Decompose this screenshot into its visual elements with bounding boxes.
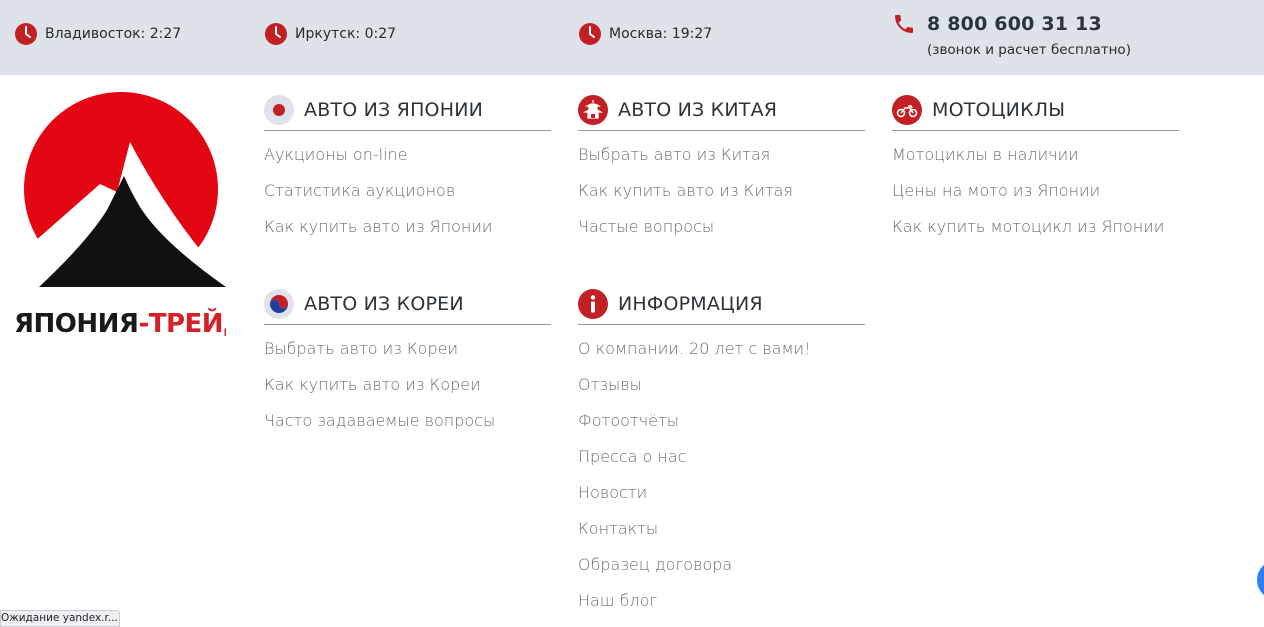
logo-text-red: -ТРЕЙД <box>138 307 226 339</box>
section-header[interactable]: МОТОЦИКЛЫ <box>892 90 1179 131</box>
menu-link[interactable]: Часто задаваемые вопросы <box>264 403 551 439</box>
menu-link[interactable]: Наш блог <box>578 583 865 619</box>
section-china: АВТО ИЗ КИТАЯ Выбрать авто из Китая Как … <box>578 90 865 245</box>
browser-status-bar: Ожидание yandex.r... <box>0 610 120 627</box>
menu-link[interactable]: О компании. 20 лет с вами! <box>578 331 865 367</box>
menu-link[interactable]: Пресса о нас <box>578 439 865 475</box>
phone-number-link[interactable]: 8 800 600 31 13 <box>927 13 1102 35</box>
menu-link[interactable]: Выбрать авто из Кореи <box>264 331 551 367</box>
section-title: АВТО ИЗ ЯПОНИИ <box>304 99 484 121</box>
menu-link[interactable]: Выбрать авто из Китая <box>578 137 865 173</box>
menu-link[interactable]: Как купить авто из Японии <box>264 209 551 245</box>
clock-irkutsk: Иркутск: 0:27 <box>264 22 396 46</box>
clock-icon <box>579 23 601 45</box>
chat-widget-button[interactable] <box>1257 560 1264 600</box>
clock-vladivostok: Владивосток: 2:27 <box>14 22 181 46</box>
link-list: Мотоциклы в наличии Цены на мото из Япон… <box>892 137 1179 245</box>
clock-label: Владивосток: 2:27 <box>45 26 182 42</box>
link-list: О компании. 20 лет с вами! Отзывы Фотоот… <box>578 331 865 619</box>
link-list: Аукционы on-line Статистика аукционов Ка… <box>264 137 551 245</box>
menu-link[interactable]: Образец договора <box>578 547 865 583</box>
section-title: АВТО ИЗ КОРЕИ <box>304 293 464 315</box>
section-title: МОТОЦИКЛЫ <box>932 99 1066 121</box>
clock-label: Москва: 19:27 <box>609 26 713 42</box>
phone-icon <box>895 15 913 33</box>
menu-link[interactable]: Как купить мотоцикл из Японии <box>892 209 1179 245</box>
japan-flag-icon <box>264 95 294 125</box>
section-korea: АВТО ИЗ КОРЕИ Выбрать авто из Кореи Как … <box>264 284 551 439</box>
link-list: Выбрать авто из Китая Как купить авто из… <box>578 137 865 245</box>
menu-link[interactable]: Частые вопросы <box>578 209 865 245</box>
menu-link[interactable]: Фотоотчёты <box>578 403 865 439</box>
logo-mark: ЯПОНИЯ-ТРЕЙД <box>14 92 246 339</box>
info-icon <box>578 289 608 319</box>
logo[interactable]: ЯПОНИЯ-ТРЕЙД <box>12 92 246 342</box>
link-list: Выбрать авто из Кореи Как купить авто из… <box>264 331 551 439</box>
svg-text:ЯПОНИЯ-ТРЕЙД: ЯПОНИЯ-ТРЕЙД <box>14 307 226 339</box>
clock-label: Иркутск: 0:27 <box>295 26 397 42</box>
menu-link[interactable]: Аукционы on-line <box>264 137 551 173</box>
menu-link[interactable]: Новости <box>578 475 865 511</box>
menu-link[interactable]: Контакты <box>578 511 865 547</box>
pagoda-icon <box>578 95 608 125</box>
logo-text-black: ЯПОНИЯ <box>14 309 138 339</box>
menu-link[interactable]: Как купить авто из Китая <box>578 173 865 209</box>
menu-link[interactable]: Цены на мото из Японии <box>892 173 1179 209</box>
clock-moscow: Москва: 19:27 <box>578 22 712 46</box>
section-info: ИНФОРМАЦИЯ О компании. 20 лет с вами! От… <box>578 284 865 619</box>
korea-flag-icon <box>264 289 294 319</box>
motorcycle-icon <box>892 95 922 125</box>
section-header[interactable]: АВТО ИЗ КОРЕИ <box>264 284 551 325</box>
top-bar: Владивосток: 2:27 Иркутск: 0:27 Москва: … <box>0 0 1264 75</box>
section-japan: АВТО ИЗ ЯПОНИИ Аукционы on-line Статисти… <box>264 90 551 245</box>
menu-link[interactable]: Как купить авто из Кореи <box>264 367 551 403</box>
section-title: ИНФОРМАЦИЯ <box>618 293 763 315</box>
section-header[interactable]: ИНФОРМАЦИЯ <box>578 284 865 325</box>
menu-link[interactable]: Мотоциклы в наличии <box>892 137 1179 173</box>
section-header[interactable]: АВТО ИЗ КИТАЯ <box>578 90 865 131</box>
phone-note: (звонок и расчет бесплатно) <box>927 42 1131 58</box>
clock-icon <box>265 23 287 45</box>
clock-icon <box>15 23 37 45</box>
menu-link[interactable]: Отзывы <box>578 367 865 403</box>
menu-link[interactable]: Статистика аукционов <box>264 173 551 209</box>
section-moto: МОТОЦИКЛЫ Мотоциклы в наличии Цены на мо… <box>892 90 1179 245</box>
section-header[interactable]: АВТО ИЗ ЯПОНИИ <box>264 90 551 131</box>
section-title: АВТО ИЗ КИТАЯ <box>618 99 778 121</box>
